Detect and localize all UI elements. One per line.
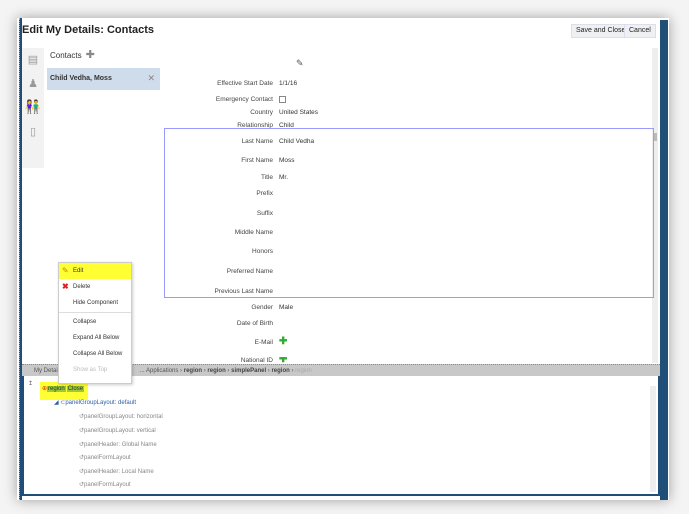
tree-node-label: panelGroupLayout: default bbox=[65, 400, 137, 406]
title-label: Title bbox=[260, 174, 273, 181]
country-value: United States bbox=[279, 109, 319, 116]
breadcrumb-item[interactable]: simplePanel bbox=[231, 368, 266, 374]
save-and-close-button[interactable]: Save and Close bbox=[571, 24, 631, 38]
icon-rail: ▤ ♟ 👫 ▯ bbox=[22, 48, 44, 168]
country-label: Country bbox=[250, 109, 273, 116]
person-icon[interactable]: ♟ bbox=[22, 72, 44, 94]
scrollbar[interactable] bbox=[650, 386, 656, 492]
menu-label: Delete bbox=[73, 284, 91, 290]
cancel-button[interactable]: Cancel bbox=[624, 24, 656, 38]
tree-node-label: panelGroupLayout: vertical bbox=[84, 428, 156, 434]
menu-label: Show as Top bbox=[73, 367, 108, 373]
menu-item-expand-all-below[interactable]: Expand All Below bbox=[59, 330, 131, 346]
preferred-name-label: Preferred Name bbox=[226, 268, 273, 275]
dob-label: Date of Birth bbox=[236, 320, 273, 327]
email-label: E-Mail bbox=[254, 339, 273, 346]
contact-name: Child Vedha, Moss bbox=[50, 75, 112, 82]
menu-label: Collapse bbox=[73, 319, 97, 325]
prefix-label: Prefix bbox=[256, 190, 273, 197]
menu-item-show-as-top: Show as Top bbox=[59, 362, 131, 378]
breadcrumb-item[interactable]: region bbox=[184, 368, 202, 374]
breadcrumb-item[interactable]: region bbox=[207, 368, 225, 374]
tree-node-label: panelFormLayout bbox=[84, 482, 131, 488]
first-name-value: Moss bbox=[279, 157, 295, 164]
divider bbox=[59, 312, 131, 313]
tree-node-label: panelGroupLayout: horizontal bbox=[84, 414, 163, 420]
effective-start-date-label: Effective Start Date bbox=[217, 80, 273, 87]
tree-node-label: panelFormLayout bbox=[84, 455, 131, 461]
list-item[interactable]: Child Vedha, Moss ✕ bbox=[47, 68, 160, 90]
title-value: Mr. bbox=[279, 174, 289, 181]
close-icon[interactable]: ✕ bbox=[147, 73, 155, 84]
contacts-icon[interactable]: 👫 bbox=[22, 96, 44, 118]
emergency-contact-checkbox[interactable] bbox=[279, 96, 286, 103]
contacts-label: Contacts bbox=[50, 51, 82, 60]
right-edge bbox=[660, 20, 668, 500]
add-email-icon[interactable]: ✚ bbox=[279, 337, 287, 347]
id-card-icon[interactable]: ▤ bbox=[22, 48, 44, 70]
plus-icon[interactable]: ✚ bbox=[86, 49, 95, 61]
document-icon[interactable]: ▯ bbox=[22, 120, 44, 142]
effective-start-date-value: 1/1/16 bbox=[279, 80, 298, 87]
gender-label: Gender bbox=[251, 304, 273, 311]
menu-item-delete[interactable]: ✖ Delete bbox=[59, 279, 131, 295]
suffix-label: Suffix bbox=[256, 210, 273, 217]
add-national-id-icon[interactable]: ✚ bbox=[279, 357, 287, 363]
tree-root-tag: Close bbox=[66, 386, 85, 392]
previous-last-name-label: Previous Last Name bbox=[214, 288, 273, 295]
menu-label: Edit bbox=[73, 268, 84, 274]
pencil-icon[interactable]: ✎ bbox=[296, 58, 304, 69]
tree-node[interactable]: ↺panelGroupLayout: vertical bbox=[79, 427, 156, 434]
menu-item-hide-component[interactable]: Hide Component bbox=[59, 295, 131, 311]
page-title: Edit My Details: Contacts bbox=[22, 24, 155, 36]
emergency-contact-label: Emergency Contact bbox=[215, 96, 273, 103]
contacts-heading: Contacts ✚ bbox=[50, 48, 95, 61]
tree-root[interactable]: ⊕region Close bbox=[40, 382, 88, 400]
last-name-value: Child Vedha bbox=[279, 138, 315, 145]
menu-item-collapse[interactable]: Collapse bbox=[59, 314, 131, 330]
honors-label: Honors bbox=[252, 248, 273, 255]
edit-icon: ✎ bbox=[62, 266, 69, 275]
menu-label: Expand All Below bbox=[73, 335, 120, 341]
breadcrumb-item[interactable]: ... Applications bbox=[140, 368, 179, 374]
tree-node[interactable]: ↺panelGroupLayout: horizontal bbox=[79, 413, 163, 420]
context-menu: ✎ Edit ✖ Delete Hide Component Collapse Ex… bbox=[58, 262, 132, 384]
tree-node[interactable]: ◢ ⊂panelGroupLayout: default bbox=[54, 399, 136, 406]
up-arrow-icon[interactable]: ↥ bbox=[28, 380, 33, 387]
delete-icon: ✖ bbox=[62, 282, 69, 291]
menu-item-edit[interactable]: ✎ Edit bbox=[59, 263, 131, 279]
breadcrumb-current: region bbox=[295, 368, 312, 374]
component-tree-panel: ↥ ⊕region Close ◢ ⊂panelGroupLayout: defa… bbox=[22, 376, 660, 496]
tree-node[interactable]: ↺panelFormLayout bbox=[79, 481, 131, 488]
menu-item-collapse-all-below[interactable]: Collapse All Below bbox=[59, 346, 131, 362]
first-name-label: First Name bbox=[241, 157, 273, 164]
tree-node[interactable]: ↺panelHeader: Local Name bbox=[79, 468, 154, 475]
last-name-label: Last Name bbox=[241, 138, 273, 145]
breadcrumb-item[interactable]: region bbox=[271, 368, 289, 374]
menu-label: Collapse All Below bbox=[73, 351, 123, 357]
tree-root-label: region bbox=[47, 386, 66, 392]
tree-node-label: panelHeader: Local Name bbox=[84, 469, 154, 475]
menu-label: Hide Component bbox=[73, 300, 119, 306]
tree-node-label: panelHeader: Global Name bbox=[84, 442, 157, 448]
middle-name-label: Middle Name bbox=[234, 229, 273, 236]
gender-value: Male bbox=[279, 304, 294, 311]
national-id-label: National ID bbox=[240, 357, 273, 363]
tree-node[interactable]: ↺panelFormLayout bbox=[79, 454, 131, 461]
tree-node[interactable]: ↺panelHeader: Global Name bbox=[79, 441, 157, 448]
